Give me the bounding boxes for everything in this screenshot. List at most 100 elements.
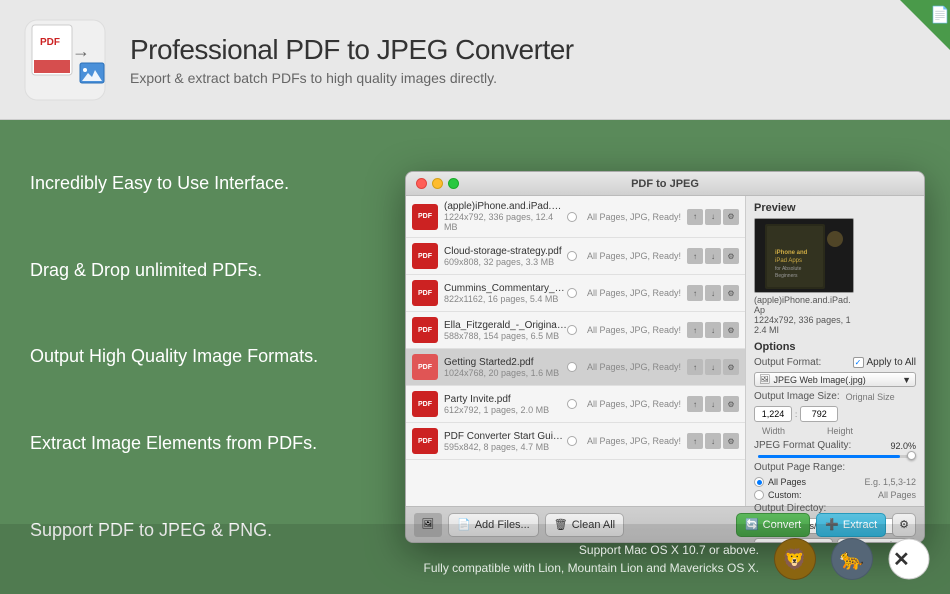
file-actions: ↑ ↓ ⚙: [687, 396, 739, 412]
svg-text:for Absolute: for Absolute: [775, 266, 802, 272]
file-status: All Pages, JPG, Ready!: [587, 325, 681, 335]
preview-label: Preview: [754, 202, 916, 214]
radio-button[interactable]: [567, 212, 577, 222]
preview-section: Preview iPhone and iPad Apps: [754, 202, 916, 335]
file-status: All Pages, JPG, Ready!: [587, 288, 681, 298]
svg-text:🦁: 🦁: [782, 547, 807, 571]
up-icon[interactable]: ↑: [687, 359, 703, 375]
table-row[interactable]: PDF PDF Converter Start Guide for iPad.p…: [406, 423, 745, 460]
minimize-button[interactable]: [432, 178, 443, 189]
file-status: All Pages, JPG, Ready!: [587, 362, 681, 372]
table-row[interactable]: PDF Ella_Fitzgerald_-_Original_Key-1-1.p…: [406, 312, 745, 349]
radio-button[interactable]: [567, 436, 577, 446]
feature-4: Extract Image Elements from PDFs.: [30, 425, 350, 462]
app-title: Professional PDF to JPEG Converter: [130, 34, 574, 66]
svg-text:📄: 📄: [930, 5, 950, 24]
maximize-button[interactable]: [448, 178, 459, 189]
app-icon: PDF →: [20, 15, 110, 105]
down-icon[interactable]: ↓: [705, 248, 721, 264]
lion-os-icon: 🦁: [774, 538, 816, 580]
pdf-icon: PDF: [412, 280, 438, 306]
file-actions: ↑ ↓ ⚙: [687, 433, 739, 449]
table-row[interactable]: PDF Cloud-storage-strategy.pdf 609x808, …: [406, 238, 745, 275]
size-label: Output Image Size:: [754, 391, 840, 402]
svg-text:iPhone and: iPhone and: [775, 250, 808, 256]
file-info: Cloud-storage-strategy.pdf 609x808, 32 p…: [444, 246, 567, 267]
file-meta: 612x792, 1 pages, 2.0 MB: [444, 405, 567, 415]
up-icon[interactable]: ↑: [687, 209, 703, 225]
header-text-block: Professional PDF to JPEG Converter Expor…: [130, 34, 574, 86]
mountain-lion-os-icon: 🐆: [831, 538, 873, 580]
feature-1: Incredibly Easy to Use Interface.: [30, 165, 350, 202]
apply-to-all-checkbox[interactable]: ✓: [853, 357, 864, 368]
settings-icon[interactable]: ⚙: [723, 396, 739, 412]
mac-titlebar: PDF to JPEG: [406, 172, 924, 196]
width-input[interactable]: [754, 406, 792, 422]
up-icon[interactable]: ↑: [687, 396, 703, 412]
custom-radio-row: Custom: All Pages: [754, 490, 916, 500]
settings-icon[interactable]: ⚙: [723, 359, 739, 375]
settings-icon[interactable]: ⚙: [723, 209, 739, 225]
height-input[interactable]: [800, 406, 838, 422]
radio-button[interactable]: [567, 251, 577, 261]
settings-icon[interactable]: ⚙: [723, 322, 739, 338]
apply-to-all-label: Apply to All: [867, 357, 916, 368]
down-icon[interactable]: ↓: [705, 209, 721, 225]
table-row[interactable]: PDF (apple)iPhone.and.iPad.Apps.for.A...…: [406, 196, 745, 238]
close-button[interactable]: [416, 178, 427, 189]
slider-thumb[interactable]: [907, 451, 916, 460]
pdf-icon: PDF: [412, 204, 438, 230]
feature-3: Output High Quality Image Formats.: [30, 338, 350, 375]
all-pages-label: All Pages: [768, 477, 864, 487]
radio-button[interactable]: [567, 288, 577, 298]
format-dropdown[interactable]: 🖼 JPEG Web Image(.jpg) ▼: [754, 372, 916, 387]
down-icon[interactable]: ↓: [705, 285, 721, 301]
svg-text:Beginners: Beginners: [775, 273, 798, 279]
pdf-icon-deleting: PDF: [412, 354, 438, 380]
output-format-label: Output Format:: [754, 357, 821, 368]
file-name: PDF Converter Start Guide for iPad.pdf: [444, 431, 567, 442]
table-row[interactable]: PDF Getting Started2.pdf 1024x768, 20 pa…: [406, 349, 745, 386]
svg-text:iPad Apps: iPad Apps: [775, 258, 802, 264]
custom-radio[interactable]: [754, 490, 764, 500]
radio-button[interactable]: [567, 399, 577, 409]
radio-button[interactable]: [567, 325, 577, 335]
format-value: JPEG Web Image(.jpg): [773, 375, 865, 385]
down-icon[interactable]: ↓: [705, 359, 721, 375]
up-icon[interactable]: ↑: [687, 433, 703, 449]
osx-icon: ✕: [888, 538, 930, 580]
app-subtitle: Export & extract batch PDFs to high qual…: [130, 70, 574, 86]
file-name: Getting Started2.pdf: [444, 357, 567, 368]
settings-icon[interactable]: ⚙: [723, 285, 739, 301]
app-screenshot: PDF to JPEG PDF (apple)iPhone.and.iPad.A…: [380, 120, 950, 594]
up-icon[interactable]: ↑: [687, 285, 703, 301]
file-actions: ↑ ↓ ⚙: [687, 322, 739, 338]
svg-text:🐆: 🐆: [839, 549, 864, 571]
output-format-row: Output Format: ✓ Apply to All: [754, 357, 916, 368]
custom-label: Custom:: [768, 490, 878, 500]
all-pages-radio[interactable]: [754, 477, 764, 487]
down-icon[interactable]: ↓: [705, 322, 721, 338]
file-info: Ella_Fitzgerald_-_Original_Key-1-1.pdf 5…: [444, 320, 567, 341]
radio-button[interactable]: [567, 362, 577, 372]
table-row[interactable]: PDF Cummins_Commentary_Issue_31.pdf 822x…: [406, 275, 745, 312]
preview-box: iPhone and iPad Apps for Absolute Beginn…: [754, 218, 854, 293]
file-name: Party Invite.pdf: [444, 394, 567, 405]
up-icon[interactable]: ↑: [687, 322, 703, 338]
settings-icon[interactable]: ⚙: [723, 433, 739, 449]
down-icon[interactable]: ↓: [705, 396, 721, 412]
quality-value: 92.0%: [890, 441, 916, 451]
quality-slider[interactable]: [758, 455, 912, 458]
file-meta: 822x1162, 16 pages, 5.4 MB: [444, 294, 567, 304]
settings-icon[interactable]: ⚙: [723, 248, 739, 264]
pdf-icon: PDF: [412, 317, 438, 343]
file-actions: ↑ ↓ ⚙: [687, 359, 739, 375]
table-row[interactable]: PDF Party Invite.pdf 612x792, 1 pages, 2…: [406, 386, 745, 423]
apply-to-all-area[interactable]: ✓ Apply to All: [853, 357, 916, 368]
down-icon[interactable]: ↓: [705, 433, 721, 449]
file-info: (apple)iPhone.and.iPad.Apps.for.A... 122…: [444, 201, 567, 232]
footer: Support Mac OS X 10.7 or above. Fully co…: [0, 524, 950, 594]
file-info: Getting Started2.pdf 1024x768, 20 pages,…: [444, 357, 567, 378]
up-icon[interactable]: ↑: [687, 248, 703, 264]
options-label: Options: [754, 341, 916, 353]
